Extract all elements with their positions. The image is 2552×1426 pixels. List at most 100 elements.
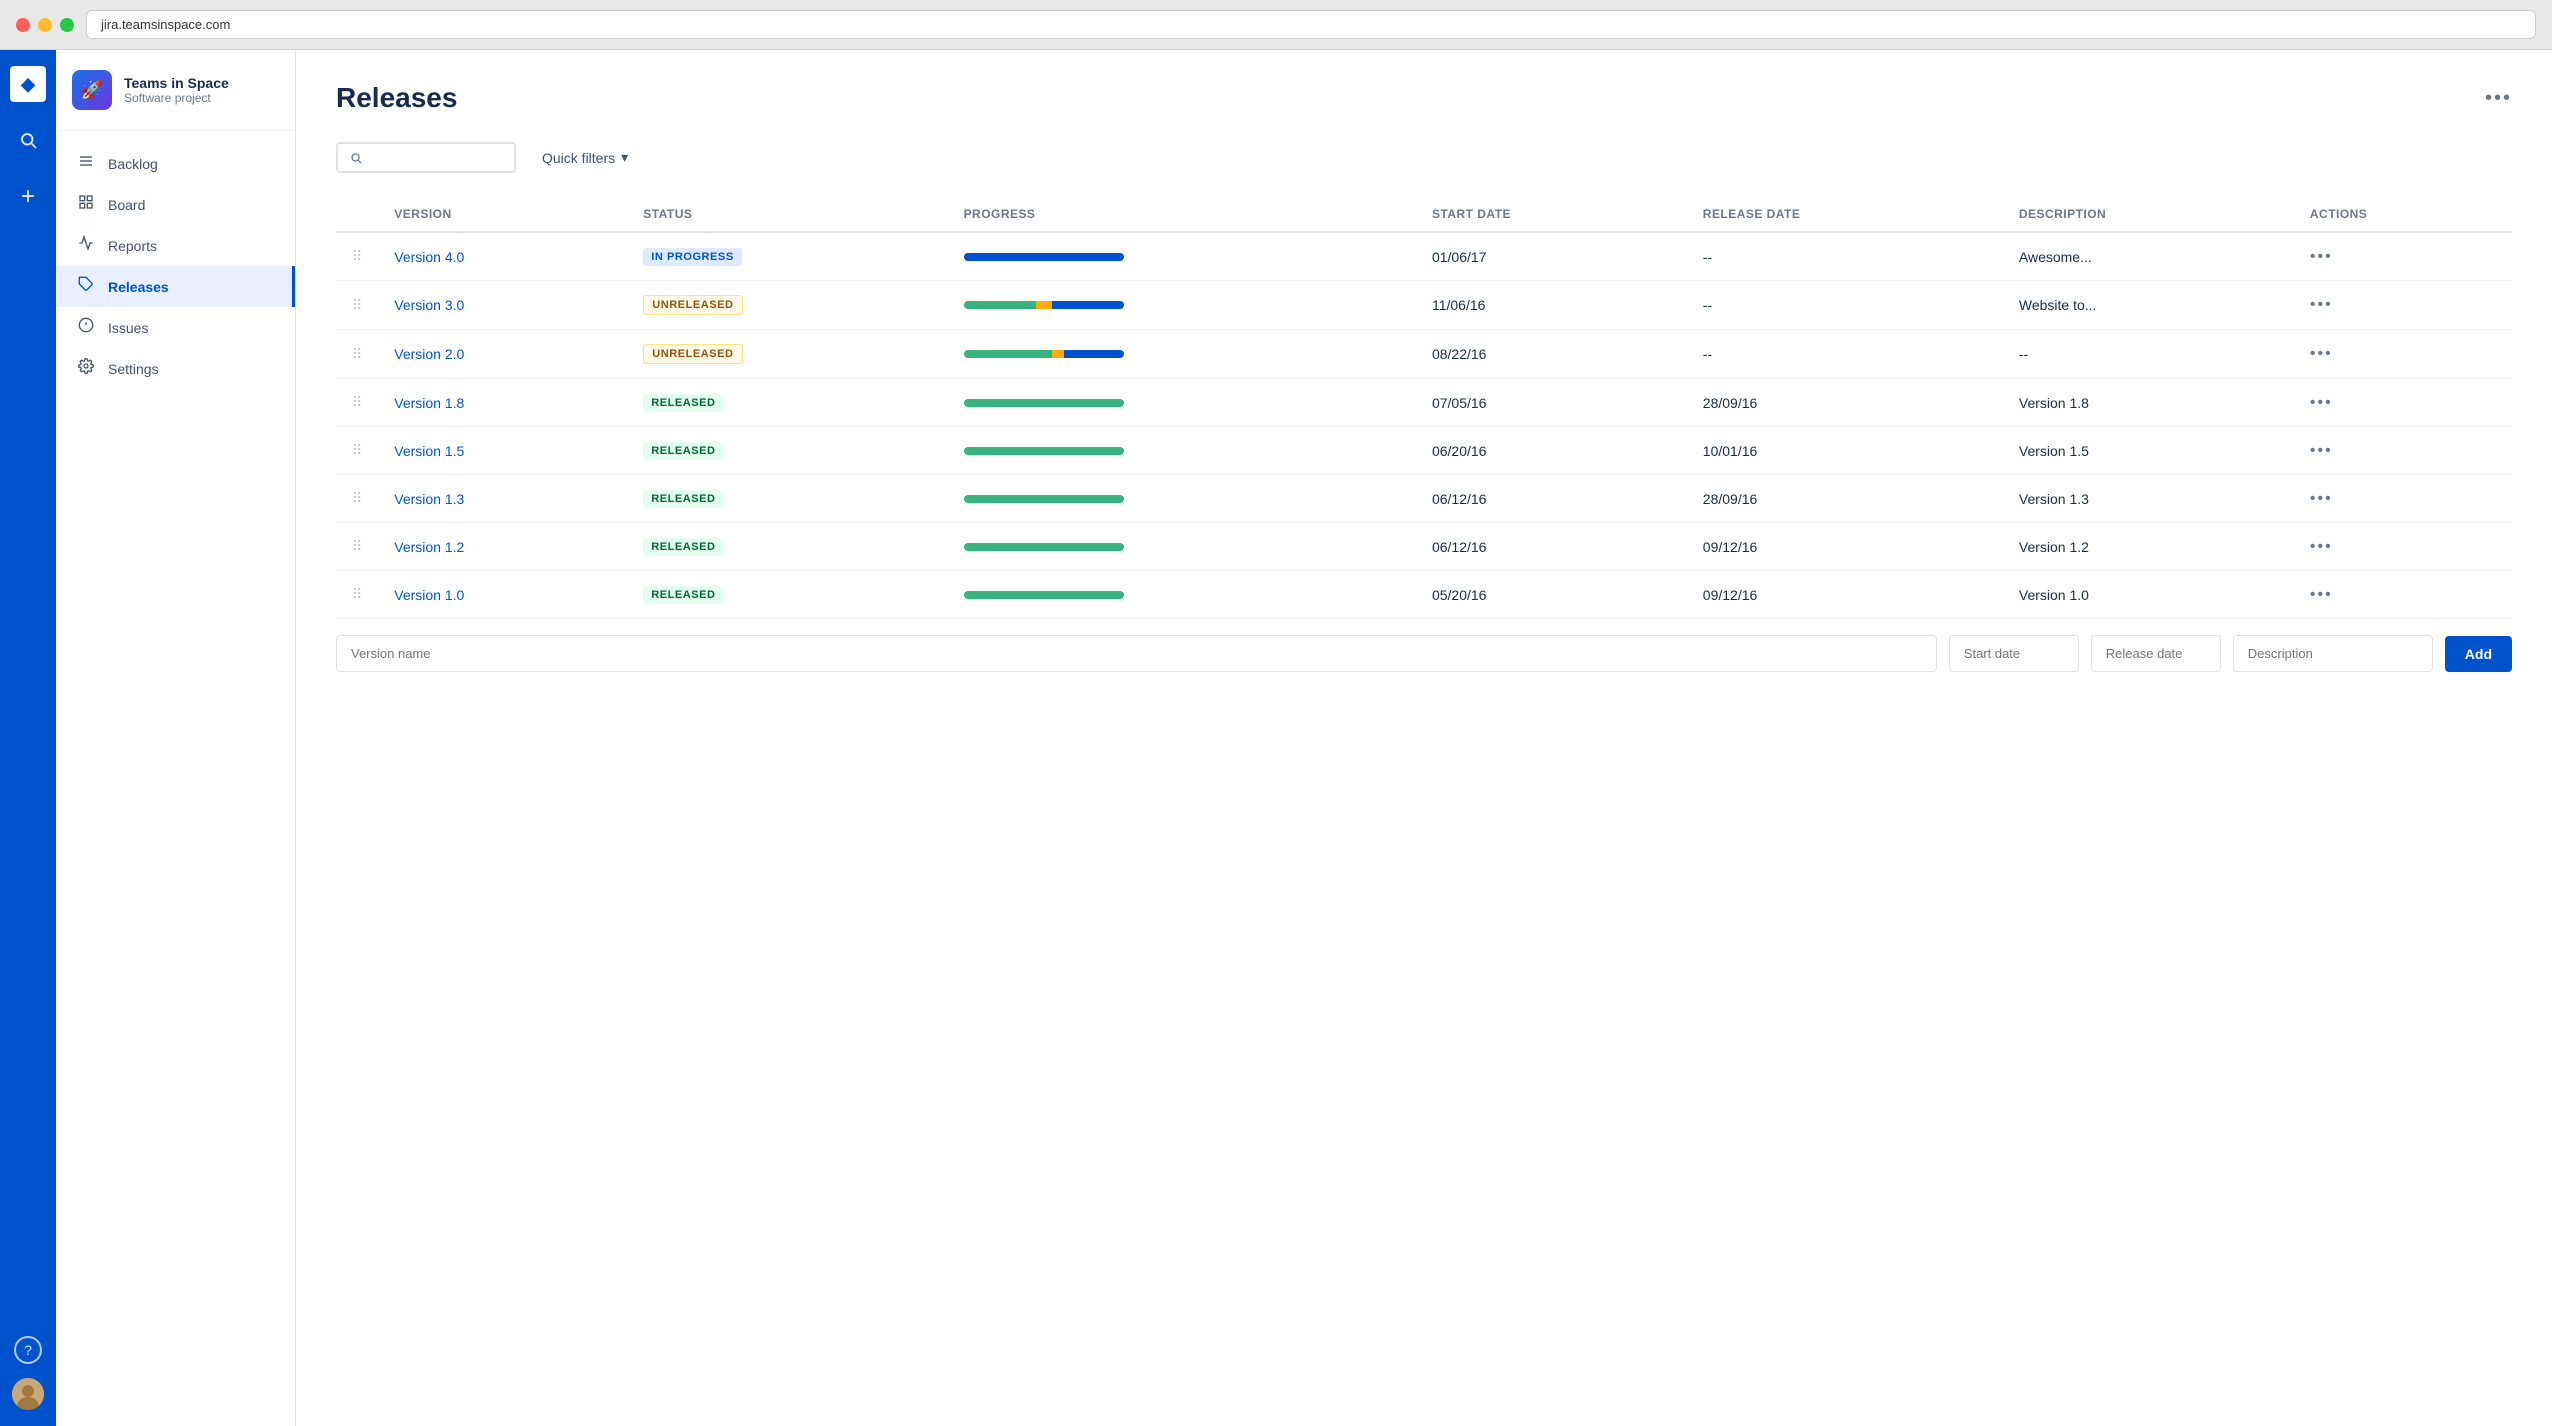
close-button[interactable] <box>16 18 30 32</box>
toolbar: Quick filters ▾ <box>336 142 2512 173</box>
table-row: ⠿ Version 3.0 UNRELEASED 11/06/16 -- Web… <box>336 281 2512 330</box>
row-actions-button[interactable]: ••• <box>2310 442 2333 459</box>
version-name-input[interactable] <box>336 635 1937 672</box>
sidebar-item-issues[interactable]: Issues <box>56 307 295 348</box>
project-icon: 🚀 <box>72 70 112 110</box>
progress-bar <box>964 591 1124 599</box>
row-actions-button[interactable]: ••• <box>2310 296 2333 313</box>
page-header: Releases ••• <box>336 82 2512 114</box>
progress-cell <box>948 475 1416 523</box>
sidebar-item-label-settings: Settings <box>108 361 159 377</box>
start-date-cell: 06/20/16 <box>1416 427 1687 475</box>
description-cell: Version 1.3 <box>2003 475 2294 523</box>
status-badge: UNRELEASED <box>643 295 742 315</box>
sidebar-item-reports[interactable]: Reports <box>56 225 295 266</box>
issues-icon <box>76 317 96 338</box>
status-badge: IN PROGRESS <box>643 248 741 266</box>
status-badge: UNRELEASED <box>643 344 742 364</box>
status-cell: RELEASED <box>627 571 947 619</box>
row-actions-button[interactable]: ••• <box>2310 248 2333 265</box>
status-badge: RELEASED <box>643 490 723 508</box>
release-date-cell: 28/09/16 <box>1687 379 2003 427</box>
progress-bar <box>964 253 1124 261</box>
sidebar-item-backlog[interactable]: Backlog <box>56 143 295 184</box>
add-version-form: Add <box>336 635 2512 672</box>
actions-cell: ••• <box>2294 427 2512 475</box>
actions-cell: ••• <box>2294 379 2512 427</box>
table-row: ⠿ Version 1.5 RELEASED 06/20/16 10/01/16… <box>336 427 2512 475</box>
table-row: ⠿ Version 1.3 RELEASED 06/12/16 28/09/16… <box>336 475 2512 523</box>
progress-cell <box>948 281 1416 330</box>
status-badge: RELEASED <box>643 538 723 556</box>
search-box[interactable] <box>336 142 516 173</box>
create-icon[interactable] <box>10 178 46 214</box>
version-name[interactable]: Version 1.0 <box>394 587 464 603</box>
version-cell: Version 1.2 <box>378 523 627 571</box>
drag-cell: ⠿ <box>336 281 378 330</box>
version-name[interactable]: Version 1.5 <box>394 443 464 459</box>
status-badge: RELEASED <box>643 394 723 412</box>
start-date-cell: 06/12/16 <box>1416 523 1687 571</box>
version-name[interactable]: Version 4.0 <box>394 249 464 265</box>
releases-icon <box>76 276 96 297</box>
drag-handle-icon[interactable]: ⠿ <box>352 297 362 313</box>
drag-handle-icon[interactable]: ⠿ <box>352 586 362 602</box>
start-date-cell: 01/06/17 <box>1416 232 1687 281</box>
row-actions-button[interactable]: ••• <box>2310 538 2333 555</box>
version-cell: Version 4.0 <box>378 232 627 281</box>
col-drag <box>336 197 378 232</box>
address-bar[interactable]: jira.teamsinspace.com <box>86 10 2536 39</box>
minimize-button[interactable] <box>38 18 52 32</box>
version-name[interactable]: Version 3.0 <box>394 297 464 313</box>
global-search-icon[interactable] <box>10 122 46 158</box>
traffic-lights <box>16 18 74 32</box>
version-cell: Version 1.5 <box>378 427 627 475</box>
version-name[interactable]: Version 1.2 <box>394 539 464 555</box>
col-progress: Progress <box>948 197 1416 232</box>
description-cell: Version 1.5 <box>2003 427 2294 475</box>
sidebar: 🚀 Teams in Space Software project Backlo… <box>56 50 296 1426</box>
page-more-actions-button[interactable]: ••• <box>2485 87 2512 110</box>
maximize-button[interactable] <box>60 18 74 32</box>
drag-handle-icon[interactable]: ⠿ <box>352 442 362 458</box>
col-start-date: Start date <box>1416 197 1687 232</box>
drag-handle-icon[interactable]: ⠿ <box>352 248 362 264</box>
user-avatar[interactable] <box>12 1378 44 1410</box>
progress-bar <box>964 399 1124 407</box>
start-date-input[interactable] <box>1949 635 2079 672</box>
drag-cell: ⠿ <box>336 330 378 379</box>
row-actions-button[interactable]: ••• <box>2310 490 2333 507</box>
description-input[interactable] <box>2233 635 2433 672</box>
row-actions-button[interactable]: ••• <box>2310 345 2333 362</box>
release-date-cell: 09/12/16 <box>1687 523 2003 571</box>
progress-bar <box>964 543 1124 551</box>
status-cell: RELEASED <box>627 379 947 427</box>
drag-handle-icon[interactable]: ⠿ <box>352 394 362 410</box>
row-actions-button[interactable]: ••• <box>2310 586 2333 603</box>
search-input[interactable] <box>370 150 502 165</box>
col-description: Description <box>2003 197 2294 232</box>
sidebar-item-board[interactable]: Board <box>56 184 295 225</box>
project-info: Teams in Space Software project <box>124 75 229 105</box>
row-actions-button[interactable]: ••• <box>2310 394 2333 411</box>
version-name[interactable]: Version 1.3 <box>394 491 464 507</box>
sidebar-item-label-issues: Issues <box>108 320 148 336</box>
drag-handle-icon[interactable]: ⠿ <box>352 490 362 506</box>
sidebar-item-releases[interactable]: Releases <box>56 266 295 307</box>
description-cell: Version 1.2 <box>2003 523 2294 571</box>
drag-handle-icon[interactable]: ⠿ <box>352 538 362 554</box>
release-date-input[interactable] <box>2091 635 2221 672</box>
sidebar-item-label-releases: Releases <box>108 279 169 295</box>
jira-logo-icon[interactable]: ◆ <box>10 66 46 102</box>
drag-handle-icon[interactable]: ⠿ <box>352 346 362 362</box>
version-name[interactable]: Version 1.8 <box>394 395 464 411</box>
quick-filters-button[interactable]: Quick filters ▾ <box>528 142 642 173</box>
version-name[interactable]: Version 2.0 <box>394 346 464 362</box>
actions-cell: ••• <box>2294 475 2512 523</box>
release-date-cell: -- <box>1687 330 2003 379</box>
sidebar-item-settings[interactable]: Settings <box>56 348 295 389</box>
help-icon[interactable]: ? <box>14 1336 42 1364</box>
start-date-cell: 07/05/16 <box>1416 379 1687 427</box>
add-button[interactable]: Add <box>2445 636 2512 672</box>
release-date-cell: 10/01/16 <box>1687 427 2003 475</box>
